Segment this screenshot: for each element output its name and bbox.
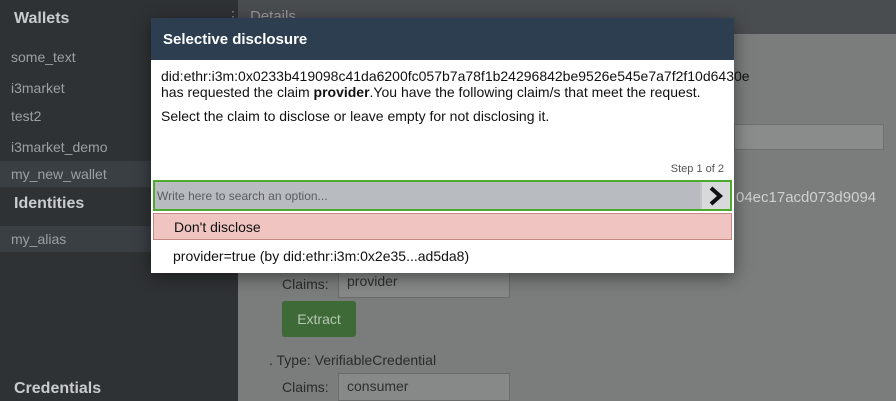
extract-button[interactable]: Extract (282, 301, 356, 337)
request-text-end: .You have the following claim/s that mee… (369, 84, 701, 100)
bullet: . (269, 352, 277, 368)
claims-label: Claims: (282, 276, 329, 292)
step-indicator: Step 1 of 2 (670, 163, 724, 175)
requester-did: did:ethr:i3m:0x0233b419098c41da6200fc057… (161, 68, 750, 84)
claims-label: Claims: (282, 379, 329, 395)
request-text: has requested the claim (161, 84, 314, 100)
option-provider-claim[interactable]: provider=true (by did:ethr:i3m:0x2e35...… (153, 242, 732, 270)
credential-type-text: Type: VerifiableCredential (276, 352, 437, 368)
claims-value: consumer (338, 373, 510, 401)
chevron-right-icon (709, 186, 724, 205)
option-search (153, 180, 732, 211)
dialog-title: Selective disclosure (163, 31, 308, 48)
search-input[interactable] (155, 182, 700, 209)
background-field (734, 124, 884, 150)
wallets-title: Wallets (14, 10, 70, 27)
option-dont-disclose[interactable]: Don't disclose (153, 213, 732, 240)
credential-type: . Type: VerifiableCredential (269, 352, 436, 368)
credentials-title: Credentials (14, 380, 102, 397)
dialog-body: did:ethr:i3m:0x0233b419098c41da6200fc057… (151, 60, 750, 124)
submit-button[interactable] (702, 182, 730, 209)
identities-title: Identities (14, 195, 85, 212)
instruction-text: Select the claim to disclose or leave em… (161, 108, 550, 124)
requested-claim: provider (313, 84, 370, 100)
dialog-header: Selective disclosure (151, 18, 734, 60)
request-message: did:ethr:i3m:0x0233b419098c41da6200fc057… (161, 68, 750, 100)
identity-did-fragment: 04ec17acd073d9094 (736, 189, 877, 206)
selective-disclosure-dialog: Selective disclosure did:ethr:i3m:0x0233… (151, 18, 750, 273)
